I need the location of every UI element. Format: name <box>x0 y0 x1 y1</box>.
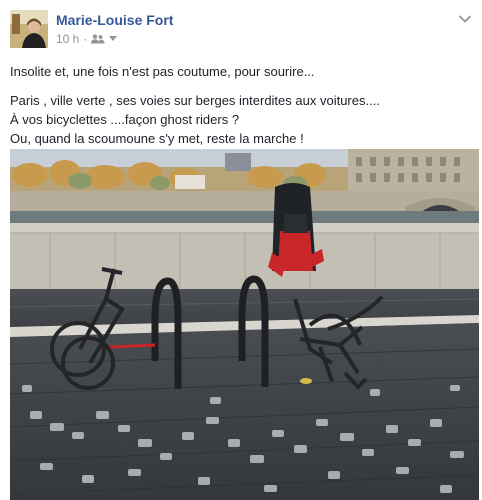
post-header: Marie-Louise Fort 10 h · <box>0 0 482 56</box>
post-photo[interactable] <box>10 149 479 500</box>
avatar[interactable] <box>10 10 48 48</box>
chevron-down-icon[interactable] <box>458 12 472 26</box>
author-name[interactable]: Marie-Louise Fort <box>56 12 173 28</box>
bicycle-rack-photo <box>10 149 479 500</box>
post-text-line: À vos bicyclettes ....façon ghost riders… <box>10 112 240 127</box>
avatar-image <box>10 10 48 48</box>
post-text-line: Ou, quand la scoumoune s'y met, reste la… <box>10 131 304 146</box>
post-meta: 10 h · <box>56 32 118 46</box>
post-text-line: Paris , ville verte , ses voies sur berg… <box>10 93 380 108</box>
audience-chevron-icon[interactable] <box>109 36 118 42</box>
post-timestamp[interactable]: 10 h <box>56 32 79 46</box>
friends-icon[interactable] <box>91 34 105 44</box>
post-message: Insolite et, une fois n'est pas coutume,… <box>10 62 472 148</box>
post-text-line: Insolite et, une fois n'est pas coutume,… <box>10 64 315 79</box>
meta-separator: · <box>83 32 88 46</box>
